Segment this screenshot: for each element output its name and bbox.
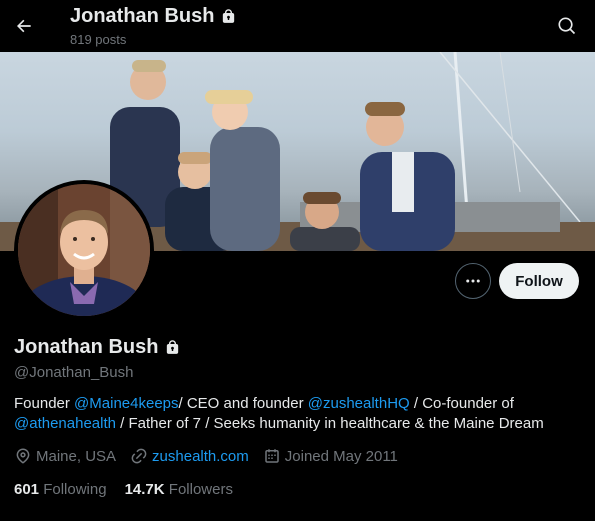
avatar [18, 184, 150, 316]
bio-text: / Co-founder of [409, 395, 514, 412]
website-item: zushealth.com [130, 447, 249, 465]
website-link[interactable]: zushealth.com [152, 448, 249, 465]
followers-link[interactable]: 14.7K Followers [125, 481, 233, 498]
profile-meta: Maine, USA zushealth.com Joined May 2011 [14, 447, 412, 465]
followers-count: 14.7K [124, 481, 165, 498]
search-icon [558, 17, 576, 35]
follow-stats: 601 Following 14.7K Followers [14, 481, 251, 498]
location-icon [16, 448, 30, 464]
more-options-button[interactable] [455, 263, 491, 299]
back-button[interactable] [8, 10, 40, 42]
profile-name: Jonathan Bush [14, 336, 159, 358]
following-count: 601 [14, 481, 40, 498]
location-text: Maine, USA [36, 447, 117, 465]
back-arrow-icon [17, 19, 31, 33]
calendar-icon [265, 449, 279, 463]
bio-text: / CEO and founder [178, 395, 308, 412]
joined-item: Joined May 2011 [263, 447, 398, 465]
avatar-container[interactable] [14, 180, 154, 320]
lock-icon [167, 340, 179, 354]
bio-text: Founder [14, 395, 75, 412]
joined-text: Joined May 2011 [284, 447, 398, 465]
profile-handle: @Jonathan_Bush [14, 364, 134, 381]
following-link[interactable]: 601 Following [14, 481, 107, 498]
mention-link-athenahealth[interactable]: @athenahealth [14, 415, 116, 432]
followers-label: Followers [168, 481, 233, 498]
follow-button[interactable]: Follow [499, 263, 579, 299]
location-item: Maine, USA [14, 447, 116, 465]
more-icon [466, 279, 480, 283]
top-bar: Jonathan Bush 819 posts [0, 0, 595, 52]
profile-name-row: Jonathan Bush [14, 336, 181, 359]
profile-bio: Founder @Maine4keeps/ CEO and founder @z… [14, 394, 584, 434]
link-icon [131, 448, 147, 464]
bio-text: / Father of 7 / Seeks humanity in health… [115, 415, 544, 432]
lock-icon [223, 9, 235, 23]
posts-count: 819 posts [70, 32, 127, 47]
mention-link-zushealthhq[interactable]: @zushealthHQ [308, 395, 410, 412]
mention-link-maine4keeps[interactable]: @Maine4keeps [74, 395, 178, 412]
header-title-block: Jonathan Bush 819 posts [70, 5, 237, 47]
following-label: Following [43, 481, 107, 498]
search-button[interactable] [553, 12, 581, 40]
header-title: Jonathan Bush [70, 5, 215, 27]
